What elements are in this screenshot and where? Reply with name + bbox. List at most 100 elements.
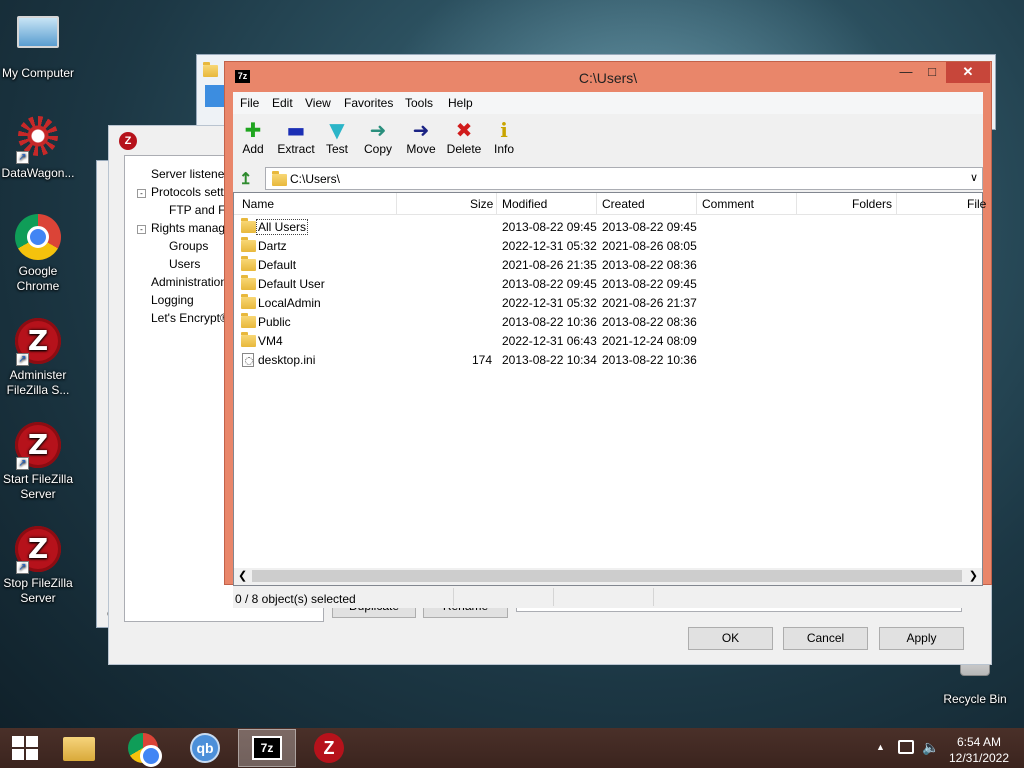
folder-icon (241, 275, 256, 290)
network-icon[interactable] (898, 740, 914, 754)
scroll-right-icon[interactable]: ❯ (969, 569, 978, 582)
row-size: 174 (472, 353, 493, 367)
tree-item-users[interactable]: Users (169, 257, 200, 271)
close-button[interactable]: ✕ (946, 62, 990, 83)
clock-date: 12/31/2022 (948, 751, 1010, 765)
datawagon-icon: ↗ (14, 116, 62, 164)
table-row[interactable]: Dartz 2022-12-31 05:32 2021-08-26 08:05 (234, 236, 982, 255)
chevron-down-icon[interactable]: ∨ (970, 171, 978, 184)
ok-button[interactable]: OK (688, 627, 773, 650)
tree-item-rights-management[interactable]: - Rights manag (137, 221, 225, 235)
chrome-icon (128, 733, 162, 767)
desktop-icon-label: Stop FileZilla Server (3, 576, 73, 605)
tree-item-logging[interactable]: Logging (151, 293, 194, 307)
taskbar-qbittorrent[interactable]: qb (176, 729, 234, 767)
horizontal-scrollbar[interactable]: ❮ ❯ (234, 568, 982, 585)
table-row[interactable]: desktop.ini 174 2013-08-22 10:34 2013-08… (234, 350, 982, 369)
up-folder-icon[interactable]: ↥ (239, 169, 252, 189)
scroll-left-icon[interactable]: ❮ (238, 569, 247, 582)
row-name: Dartz (258, 239, 287, 253)
x-icon: ✖ (455, 118, 473, 142)
title-bar[interactable]: 7z C:\Users\ — □ ✕ (225, 62, 991, 92)
copy-label: Copy (363, 142, 392, 156)
tree-item-administration[interactable]: Administration (151, 275, 227, 289)
desktop-icon-start-filezilla[interactable]: Z ↗ Start FileZilla Server (0, 422, 76, 502)
table-row[interactable]: LocalAdmin 2022-12-31 05:32 2021-08-26 2… (234, 293, 982, 312)
table-row[interactable]: Default User 2013-08-22 09:45 2013-08-22… (234, 274, 982, 293)
status-bar: 0 / 8 object(s) selected (233, 586, 983, 608)
address-input[interactable]: C:\Users\ ∨ (265, 167, 983, 190)
menu-help[interactable]: Help (448, 96, 473, 110)
taskbar-file-explorer[interactable] (50, 729, 108, 767)
taskbar-7zip[interactable]: 7z (238, 729, 296, 767)
close-icon: ✕ (962, 64, 974, 79)
row-name: Default (258, 258, 297, 272)
taskbar-google-chrome[interactable] (114, 729, 172, 767)
info-button[interactable]: i Info (489, 118, 519, 156)
filezilla-icon: Z (314, 733, 344, 763)
taskbar-filezilla[interactable]: Z (300, 729, 358, 767)
table-row[interactable]: VM4 2022-12-31 06:43 2021-12-24 08:09 (234, 331, 982, 350)
start-button[interactable] (12, 736, 38, 760)
folder-icon (241, 256, 256, 271)
desktop-icon-my-computer[interactable]: My Computer (0, 10, 76, 81)
chrome-icon (14, 214, 62, 262)
column-header-files[interactable]: File (967, 197, 986, 211)
filezilla-icon: Z ↗ (14, 318, 62, 366)
cancel-button[interactable]: Cancel (783, 627, 868, 650)
maximize-icon: □ (928, 64, 936, 79)
column-header-created[interactable]: Created (602, 197, 645, 211)
desktop-icon-google-chrome[interactable]: Google Chrome (0, 214, 76, 294)
volume-icon[interactable]: 🔈 (922, 739, 939, 756)
column-header-comment[interactable]: Comment (702, 197, 754, 211)
desktop-icon-administer-filezilla[interactable]: Z ↗ Administer FileZilla S... (0, 318, 76, 398)
folder-icon (203, 61, 218, 77)
address-text: C:\Users\ (290, 172, 341, 186)
copy-button[interactable]: ➜ Copy (361, 118, 395, 156)
test-button[interactable]: ▼ Test (321, 118, 353, 156)
show-hidden-icons[interactable]: ▲ (876, 742, 885, 752)
table-row[interactable]: Default 2021-08-26 21:35 2013-08-22 08:3… (234, 255, 982, 274)
tree-item-lets-encrypt[interactable]: Let's Encrypt® (151, 311, 229, 325)
menu-edit[interactable]: Edit (272, 96, 293, 110)
tree-item-groups[interactable]: Groups (169, 239, 208, 253)
desktop-icon-datawagon[interactable]: ↗ DataWagon... (0, 112, 76, 181)
clock[interactable]: 6:54 AM 12/31/2022 (946, 734, 1012, 766)
info-icon: i (500, 118, 508, 142)
sevenzip-window[interactable]: 7z C:\Users\ — □ ✕ File Edit View Favori… (224, 61, 992, 608)
table-row[interactable]: All Users 2013-08-22 09:45 2013-08-22 09… (234, 217, 982, 236)
delete-button[interactable]: ✖ Delete (444, 118, 484, 156)
scrollbar-thumb[interactable] (252, 570, 962, 582)
row-created: 2021-08-26 08:05 (602, 239, 697, 253)
selected-strip (205, 85, 225, 107)
column-header-size[interactable]: Size (470, 197, 493, 211)
menu-tools[interactable]: Tools (405, 96, 433, 110)
move-button[interactable]: ➜ Move (403, 118, 439, 156)
folder-icon (241, 313, 256, 328)
window-title: C:\Users\ (578, 70, 638, 86)
column-header-modified[interactable]: Modified (502, 197, 547, 211)
column-header-folders[interactable]: Folders (852, 197, 892, 211)
menu-favorites[interactable]: Favorites (344, 96, 393, 110)
menu-view[interactable]: View (305, 96, 331, 110)
folder-icon (241, 237, 256, 252)
desktop-icon-label: DataWagon... (1, 166, 75, 180)
row-modified: 2022-12-31 05:32 (502, 296, 597, 310)
tree-item-server-listener[interactable]: Server listener (151, 167, 228, 181)
desktop-icon-label: Start FileZilla Server (3, 472, 74, 501)
check-icon: ▼ (329, 118, 345, 142)
file-list[interactable]: Name Size Modified Created Comment Folde… (233, 192, 986, 586)
maximize-button[interactable]: □ (919, 62, 945, 83)
row-modified: 2022-12-31 05:32 (502, 239, 597, 253)
add-button[interactable]: ✚ Add (237, 118, 269, 156)
desktop-icon-label: Administer FileZilla S... (6, 368, 70, 397)
menu-file[interactable]: File (240, 96, 259, 110)
extract-button[interactable]: ▬ Extract (273, 118, 319, 156)
apply-button[interactable]: Apply (879, 627, 964, 650)
tree-item-protocols[interactable]: - Protocols setti (137, 185, 226, 199)
minimize-button[interactable]: — (893, 62, 919, 83)
table-row[interactable]: Public 2013-08-22 10:36 2013-08-22 08:36 (234, 312, 982, 331)
row-created: 2013-08-22 10:36 (602, 353, 697, 367)
desktop-icon-stop-filezilla[interactable]: Z ↗ Stop FileZilla Server (0, 526, 76, 606)
column-header-name[interactable]: Name (242, 197, 274, 211)
